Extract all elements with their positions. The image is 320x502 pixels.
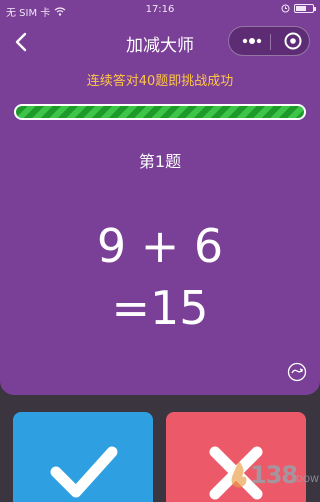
capsule-divider [270,34,271,50]
status-time: 17:16 [145,4,175,15]
mini-program-capsule [228,26,310,56]
refresh-icon[interactable] [287,362,307,382]
battery-icon [294,4,316,13]
correct-button[interactable] [13,412,153,502]
watermark-subtext: DOW [296,475,319,485]
close-mini-program-icon[interactable] [283,31,303,51]
more-icon[interactable] [237,27,267,55]
math-expression: 9 + 6 [96,219,224,273]
nav-bar: 加减大师 [0,22,320,60]
goal-text: 连续答对40题即挑战成功 [86,74,234,89]
progress-fill [16,106,304,118]
status-bar: 无 SIM 卡 17:16 [0,0,320,20]
math-result: =15 [111,281,209,335]
status-right [281,4,316,13]
check-icon [50,446,118,498]
app-screen: 无 SIM 卡 17:16 加减大师 连续答对40题即挑战成功 第1题 9 + … [0,0,320,502]
alarm-icon [281,4,290,13]
watermark-text: 138 [250,461,298,489]
watermark-logo: 138 DOW [228,457,320,491]
watermark-flame-icon [231,461,247,488]
progress-bar [14,104,306,120]
question-number: 第1题 [138,152,182,171]
